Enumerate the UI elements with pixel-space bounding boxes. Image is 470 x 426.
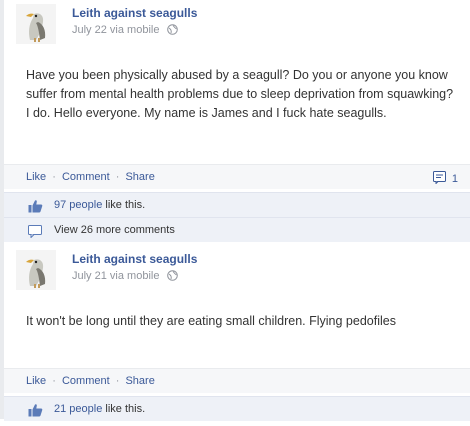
post-1: Leith against seagulls July 22 via mobil… — [4, 0, 470, 242]
post-actions-bar: Like · Comment · Share 1 — [4, 164, 470, 189]
post-actions: Like · Comment · Share — [26, 369, 155, 393]
post-2: Leith against seagulls July 21 via mobil… — [4, 246, 470, 421]
seagull-avatar[interactable] — [16, 4, 56, 44]
post-via: via mobile — [109, 270, 160, 282]
likes-text: 21 people like this. — [54, 397, 145, 421]
post-text: It won't be long until they are eating s… — [26, 314, 396, 328]
post-header: Leith against seagulls July 21 via mobil… — [4, 246, 470, 296]
post-actions-bar: Like · Comment · Share — [4, 368, 470, 393]
post-author-link[interactable]: Leith against seagulls — [72, 6, 197, 20]
thumbs-up-icon — [28, 402, 43, 426]
post-date[interactable]: July 22 — [72, 24, 107, 36]
likes-row: 21 people like this. — [4, 396, 470, 421]
comment-count-badge[interactable]: 1 — [432, 171, 458, 185]
comment-bubble-icon — [432, 171, 446, 185]
post-header: Leith against seagulls July 22 via mobil… — [4, 0, 470, 50]
post-text: Have you been physically abused by a sea… — [26, 68, 454, 120]
action-separator: · — [115, 375, 120, 387]
post-meta: July 21 via mobile — [72, 270, 178, 284]
likes-suffix: like this. — [105, 403, 146, 415]
view-comments-row: View 26 more comments — [4, 217, 470, 242]
view-more-comments-link[interactable]: View 26 more comments — [54, 218, 175, 242]
post-via: via mobile — [109, 24, 160, 36]
like-link[interactable]: Like — [26, 171, 46, 183]
comment-link[interactable]: Comment — [62, 375, 110, 387]
post-date[interactable]: July 21 — [72, 270, 107, 282]
comment-bubble-icon — [28, 223, 43, 247]
action-separator: · — [52, 171, 56, 183]
post-actions: Like · Comment · Share — [26, 165, 155, 189]
seagull-avatar[interactable] — [16, 250, 56, 290]
post-meta: July 22 via mobile — [72, 24, 178, 38]
post-author-link[interactable]: Leith against seagulls — [72, 252, 197, 266]
share-link[interactable]: Share — [125, 375, 154, 387]
likes-suffix: like this. — [105, 199, 146, 211]
likes-count-link[interactable]: 21 people — [54, 403, 102, 415]
action-separator: · — [115, 171, 120, 183]
likes-text: 97 people like this. — [54, 193, 145, 217]
globe-icon — [166, 24, 178, 38]
globe-icon — [166, 270, 178, 284]
action-separator: · — [52, 375, 56, 387]
share-link[interactable]: Share — [125, 171, 154, 183]
like-link[interactable]: Like — [26, 375, 46, 387]
likes-row: 97 people like this. — [4, 192, 470, 217]
comment-link[interactable]: Comment — [62, 171, 110, 183]
comment-count: 1 — [451, 173, 458, 185]
likes-count-link[interactable]: 97 people — [54, 199, 102, 211]
